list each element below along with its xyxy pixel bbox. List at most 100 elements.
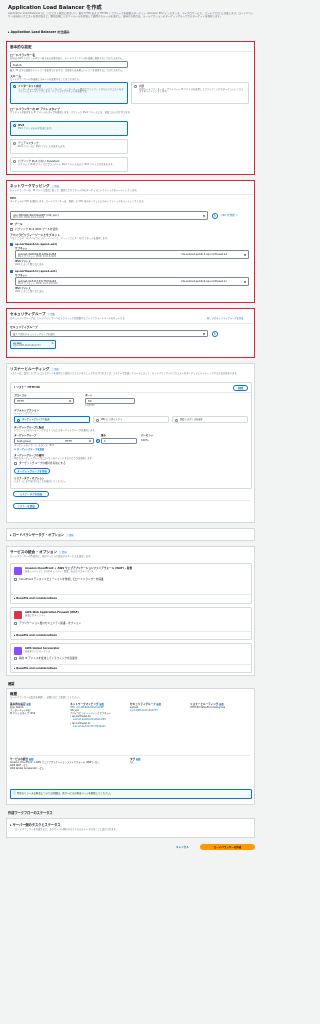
waf-option: アプリケーション層のセキュリティ保護 - オプション: [19, 622, 82, 625]
listener-panel: ▾ リスナー HTTP:80 削除 プロトコル HTTP ▼ ポート 80 1-…: [10, 382, 252, 489]
cloudfront-subtitle: 前面レイヤーとしてのセキュリティ、保護、およびパフォーマンス: [25, 570, 94, 573]
summary-basic: 基本的な設定 編集 名前: test-lb インターネット向け IP アドレスタ…: [10, 703, 68, 715]
refresh-icon[interactable]: ↻: [212, 330, 218, 337]
global-accelerator-icon: [14, 647, 22, 655]
vpc-select[interactable]: vpc-0fb9b6c8e5d4e29ff (rdb_vpc) IPv4 VPC…: [10, 211, 208, 220]
lb-tags-card: ▸ ロードバランサータグ - オプション ⓘ 情報: [6, 528, 255, 541]
summary-security: セキュリティグループ 編集 sg-test sg-0d39f1d447e61b7…: [130, 703, 188, 713]
vpc-select-cidr: IPv4 VPC CIDR: 10.0.0.0/16: [13, 215, 45, 219]
how-it-works-expander[interactable]: ▸ Application Load Balancer の仕組み: [8, 30, 70, 35]
ip-pool-option: パブリック IPv4 IPAM プールを使用: [15, 227, 58, 231]
caret-down-icon: ▼: [244, 253, 246, 257]
az2-subnet-select[interactable]: subnet-0e3d1743c7f2d4e63 IPv4 サブネット CIDR…: [15, 277, 249, 286]
summary-tags-edit-link[interactable]: 編集: [136, 758, 141, 761]
az1-subnet-cidr: IPv4 サブネット CIDR: 10.0.0.0/20: [18, 254, 57, 258]
percent-value: 100%: [141, 439, 149, 442]
action-redirect-tile[interactable]: URL にリダイレクト: [93, 416, 169, 423]
info-icon: ⓘ: [13, 790, 17, 795]
lb-name-input[interactable]: test-lb: [10, 61, 128, 68]
close-icon[interactable]: ✕: [51, 342, 53, 345]
cloudfront-benefits-expander[interactable]: ▸ Benefits and considerations: [14, 597, 57, 600]
ga-subtitle: 高速化とパフォーマンス: [25, 650, 51, 653]
listener-tags-desc: リスナーにタグを付けることを検討してください。: [14, 479, 67, 483]
vpc-create-link[interactable]: VPC を作成 ↗: [221, 214, 238, 217]
summary-listeners: リスナーとルーティング 編集 HTTP:80 defaults to test-…: [190, 703, 252, 710]
info-icon[interactable]: ⓘ 情報: [66, 534, 73, 537]
scheme-internal-tile[interactable]: 内部 内部ロードバランサーは、プライベート IP アドレスを使用してクライアント…: [131, 82, 249, 104]
ip-dualstack-tile[interactable]: デュアルスタック IPv4 アドレスと IPv6 アドレスが含まれます。: [10, 139, 128, 154]
lb-name-desc: 名前は AWS アカウント内で一意である必要があり、ロードバランサーの作成後に変…: [10, 56, 125, 60]
listeners-card: リスナーとルーティング ⓘ 情報 リスナーは、設定したプロトコルとポートを使用して…: [6, 363, 255, 523]
action-fixed-radio[interactable]: [175, 418, 178, 422]
add-listener-tag-button[interactable]: リスナータグを追加: [13, 491, 49, 497]
sg-select[interactable]: 最大 5 個のセキュリティグループを選択 ▼: [10, 330, 208, 337]
basic-config-title: 基本的な設定: [10, 45, 32, 49]
cancel-button[interactable]: キャンセル: [176, 846, 189, 849]
target-group-value: test-group: [17, 438, 31, 443]
add-listener-button[interactable]: リスナーを追加: [13, 503, 39, 509]
protocol-value: HTTP: [17, 398, 24, 403]
ip-pool-checkbox[interactable]: [10, 227, 13, 231]
summary-security-sg-id[interactable]: sg-0d39f1d447e61b733: [130, 709, 188, 713]
refresh-icon[interactable]: ↻: [96, 438, 100, 443]
create-load-balancer-button[interactable]: ロードバランサーの作成: [200, 844, 255, 850]
caret-down-icon: ▼: [203, 332, 205, 336]
weight-label: 重み: [101, 434, 107, 437]
refresh-icon[interactable]: ↻: [212, 212, 218, 219]
summary-security-edit-link[interactable]: 編集: [157, 703, 162, 706]
pricing-alert: ⓘ 特定のリソースの料金についての詳細は、各サービスの料金ページを参照してくださ…: [10, 789, 252, 799]
summary-network-subnet2[interactable]: subnet-0e3d1743c7f2d4e63: [70, 725, 128, 729]
ga-checkbox[interactable]: [14, 657, 17, 660]
weight-input[interactable]: 1: [101, 437, 137, 444]
info-icon[interactable]: ⓘ 情報: [52, 185, 59, 188]
az2-checkbox[interactable]: [10, 270, 13, 273]
action-forward-radio[interactable]: [17, 418, 20, 422]
protocol-label: プロトコル: [14, 394, 27, 397]
ip-ipv4-radio[interactable]: [13, 124, 16, 127]
workflow-panel-header[interactable]: ▸ サーバー側のタスクとステータス: [10, 823, 61, 827]
az1-subnet-select[interactable]: subnet-0e0b0a31ad8e1ef48 IPv4 サブネット CIDR…: [15, 250, 249, 259]
caret-down-icon: ▼: [69, 399, 71, 403]
ip-opt3-desc: パブリック IPv6 アドレスとプライベート IPv4 アドレスおよび IPv6…: [18, 162, 115, 166]
ga-benefits-expander[interactable]: ▸ Benefits and considerations: [14, 667, 57, 670]
cloudfront-icon: [14, 567, 22, 575]
info-icon[interactable]: ⓘ 情報: [59, 551, 66, 554]
add-target-group-link[interactable]: ⊕ ターゲットグループを追加: [14, 448, 44, 452]
waf-checkbox[interactable]: [14, 622, 17, 625]
cloudfront-panel: Amazon CloudFront + AWS ウェブアプリケーションファイアウ…: [10, 563, 252, 604]
listener-header[interactable]: ▾ リスナー HTTP:80: [14, 386, 40, 389]
scheme-internet-facing-tile[interactable]: インターネット向け インターネット向けのロードバランサーは、インターネット経由で…: [10, 82, 128, 104]
target-group-select[interactable]: test-group HTTP ▼: [14, 437, 94, 444]
action-redirect-radio[interactable]: [96, 418, 99, 422]
integrations-card: サービスの統合 - オプション ⓘ 情報 ロードバランサーの作成中に、他のサービス…: [6, 546, 255, 676]
az1-checkbox[interactable]: [10, 243, 13, 246]
sg-select-placeholder: 最大 5 個のセキュリティグループを選択: [13, 332, 55, 336]
port-input[interactable]: 80: [85, 397, 135, 404]
summary-basic-edit-link[interactable]: 編集: [26, 703, 31, 706]
create-target-group-button[interactable]: ターゲットグループを作成: [14, 468, 50, 474]
lb-tags-header[interactable]: ▸ ロードバランサータグ - オプション ⓘ 情報: [10, 533, 73, 538]
cloudfront-checkbox[interactable]: [14, 578, 17, 581]
stickiness-checkbox[interactable]: [14, 461, 17, 465]
az1-label: ap-northeast-1a (apne1-az4): [15, 243, 58, 246]
waf-benefits-expander[interactable]: ▸ Benefits and considerations: [14, 634, 57, 637]
summary-tags-line1: なし: [130, 760, 135, 764]
create-sg-link[interactable]: 新しいセキュリティグループを作成: [207, 317, 243, 321]
info-icon[interactable]: ⓘ 情報: [51, 368, 58, 371]
scheme-internal-radio[interactable]: [134, 85, 137, 88]
action-forward-tile[interactable]: ターゲットグループへ転送: [14, 416, 90, 423]
remove-listener-button[interactable]: 削除: [233, 384, 248, 391]
az1-addr-value: AWS によって割り当て済み: [15, 263, 44, 266]
summary-basic-line3: IP アドレスタイプ: IPv4: [10, 711, 36, 715]
action-fixed-tile[interactable]: 固定レスポンスを返す: [172, 416, 248, 423]
network-desc: ロードバランサーは、IP アドレス設定に従って、選択したサブネット内のターゲット…: [10, 188, 139, 192]
ip-dualstack-no-public-radio[interactable]: [13, 160, 16, 163]
ip-dualstack-radio[interactable]: [13, 142, 16, 145]
protocol-select[interactable]: HTTP ▼: [14, 397, 74, 404]
ip-ipv4-tile[interactable]: IPv4 IPv4 アドレスのみが含まれます。: [10, 121, 128, 136]
ip-dualstack-no-public-tile[interactable]: パブリック IPv4 のない Dualstack パブリック IPv6 アドレス…: [10, 157, 128, 172]
info-icon[interactable]: ⓘ 情報: [48, 313, 55, 316]
scheme-internet-facing-radio[interactable]: [13, 85, 16, 88]
caret-down-icon: ▼: [203, 214, 205, 218]
port-label: ポート: [85, 394, 93, 397]
